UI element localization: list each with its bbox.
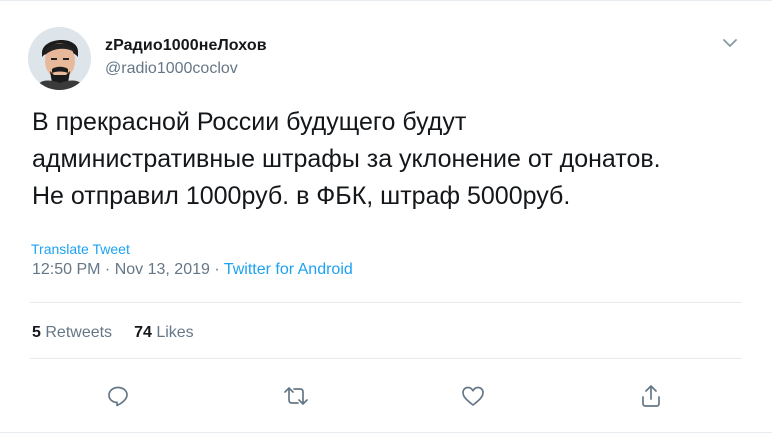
divider (30, 302, 742, 303)
avatar[interactable] (28, 27, 91, 90)
share-button[interactable] (634, 379, 668, 413)
avatar-image (28, 27, 91, 90)
likes-stat[interactable]: 74 Likes (134, 324, 194, 341)
retweet-button[interactable] (279, 379, 313, 413)
meta-separator: · (209, 261, 224, 278)
divider (30, 358, 742, 359)
tweet-stats: 5 Retweets 74 Likes (32, 324, 194, 342)
retweets-count: 5 (32, 324, 41, 341)
tweet-source-link[interactable]: Twitter for Android (224, 261, 353, 278)
heart-icon (462, 386, 484, 406)
translate-tweet-link[interactable]: Translate Tweet (31, 241, 130, 257)
user-handle[interactable]: @radio1000coclov (105, 60, 238, 78)
reply-button[interactable] (101, 379, 135, 413)
reply-icon (108, 386, 128, 407)
share-icon (642, 385, 660, 407)
tweet-text-line: В прекрасной России будущего будут (32, 108, 467, 136)
tweet-card: zРадио1000неЛохов @radio1000coclov В пре… (0, 0, 772, 433)
retweet-icon (284, 387, 308, 405)
retweets-label: Retweets (45, 324, 113, 341)
tweet-text-line: Не отправил 1000руб. в ФБК, штраф 5000ру… (32, 182, 571, 210)
likes-label: Likes (156, 324, 194, 341)
tweet-date[interactable]: Nov 13, 2019 (115, 261, 210, 278)
meta-separator: · (100, 261, 115, 278)
tweet-text-line: административные штрафы за уклонение от … (32, 145, 661, 173)
tweet-text: В прекрасной России будущего будут админ… (32, 104, 752, 215)
display-name[interactable]: zРадио1000неЛохов (105, 37, 267, 55)
tweet-time[interactable]: 12:50 PM (32, 261, 100, 278)
retweets-stat[interactable]: 5 Retweets (32, 324, 112, 341)
tweet-meta: 12:50 PM · Nov 13, 2019 · Twitter for An… (32, 261, 353, 279)
likes-count: 74 (134, 324, 152, 341)
like-button[interactable] (456, 379, 490, 413)
chevron-down-icon[interactable] (720, 35, 740, 51)
